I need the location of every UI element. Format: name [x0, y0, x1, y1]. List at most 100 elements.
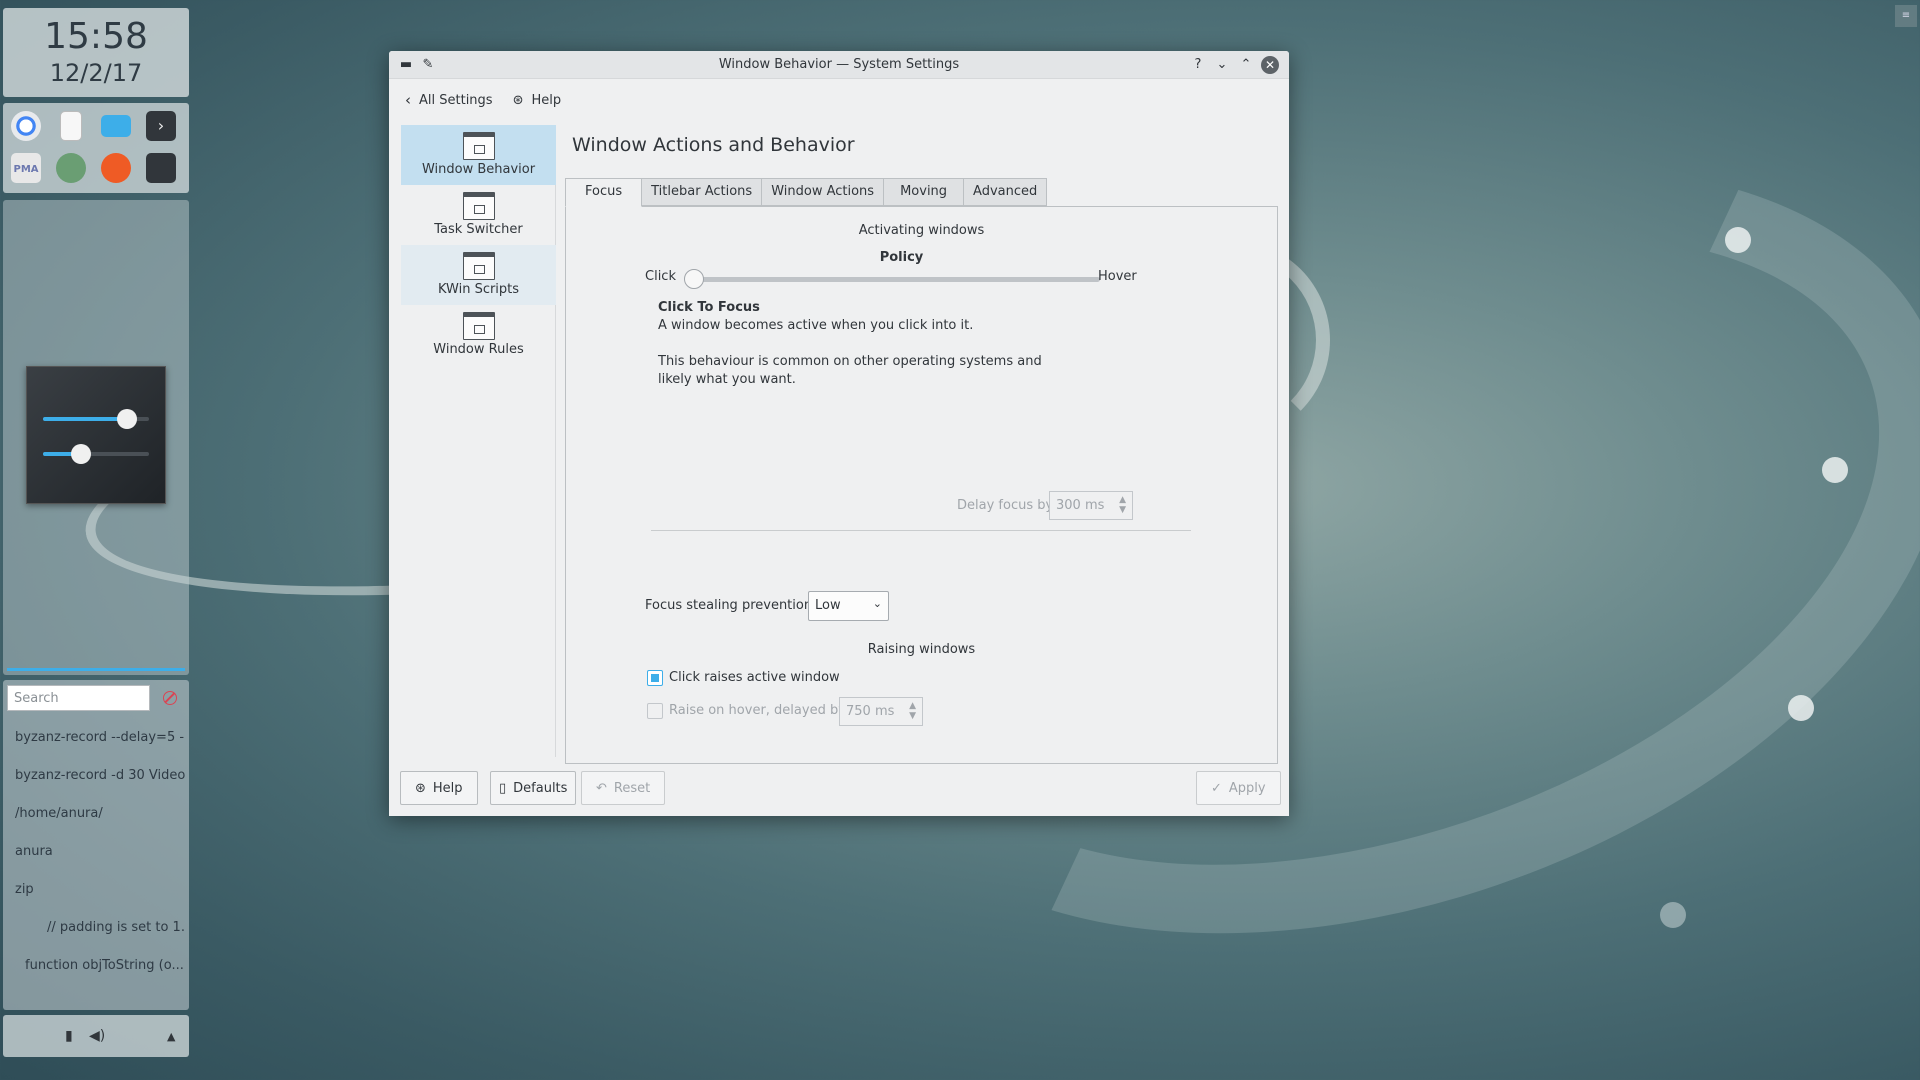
sidebar-item-label: Task Switcher — [434, 222, 523, 237]
clipboard-item[interactable]: anura — [15, 844, 185, 859]
nav-help-button[interactable]: ⊛ Help — [507, 87, 568, 113]
policy-label: Policy — [879, 250, 924, 265]
delay-focus-spinbox[interactable]: 300 ms ▲ ▼ — [1049, 491, 1133, 520]
clear-history-icon[interactable] — [163, 691, 177, 705]
back-arrow-icon: ‹ — [405, 91, 411, 109]
chromium-icon[interactable] — [11, 111, 41, 141]
window-title: Window Behavior — System Settings — [718, 57, 960, 72]
spin-arrows-icon[interactable]: ▲ ▼ — [909, 701, 916, 721]
clipboard-search-input[interactable]: Search — [7, 685, 150, 711]
sidebar-item-task-switcher[interactable]: Task Switcher — [401, 185, 556, 245]
tab-window-actions[interactable]: Window Actions — [761, 178, 885, 206]
raising-windows-heading: Raising windows — [867, 642, 976, 657]
apply-button[interactable]: ✓ Apply — [1196, 771, 1281, 805]
sidebar-item-window-rules[interactable]: Window Rules — [401, 305, 556, 365]
quick-launch: › PMA — [3, 103, 189, 193]
phpmyadmin-icon[interactable]: PMA — [11, 153, 41, 183]
raise-on-hover-label[interactable]: Raise on hover, delayed by — [669, 703, 846, 718]
policy-name: Click To Focus — [658, 300, 760, 315]
all-settings-button[interactable]: ‹ All Settings — [399, 87, 499, 113]
mic-slider[interactable] — [43, 444, 149, 464]
divider — [651, 530, 1191, 531]
system-settings-icon[interactable] — [146, 153, 176, 183]
desktop-toolbox-button[interactable]: ≡ — [1895, 5, 1917, 27]
sidebar-item-label: Window Behavior — [421, 162, 536, 177]
help-button-label: Help — [432, 780, 463, 796]
help-icon[interactable]: ? — [1189, 56, 1207, 74]
focus-policy-slider-handle[interactable] — [684, 269, 704, 289]
clipboard-item[interactable]: /home/anura/ — [15, 806, 185, 821]
all-settings-label: All Settings — [419, 92, 493, 108]
tab-moving[interactable]: Moving — [883, 178, 965, 206]
click-raises-label[interactable]: Click raises active window — [669, 670, 840, 685]
volume-slider-handle[interactable] — [117, 409, 137, 429]
tab-advanced[interactable]: Advanced — [963, 178, 1048, 206]
terminal-icon[interactable]: › — [146, 111, 176, 141]
window-titlebar[interactable]: ▬ ✎ Window Behavior — System Settings ? … — [389, 51, 1289, 79]
delay-focus-label: Delay focus by — [957, 498, 1054, 513]
sidebar-item-window-behavior[interactable]: Window Behavior — [401, 125, 556, 185]
focus-tab-panel: Activating windows Policy Click Hover Cl… — [565, 206, 1278, 764]
nav-help-label: Help — [531, 92, 562, 108]
window-icon — [462, 252, 495, 280]
tab-titlebar-actions[interactable]: Titlebar Actions — [641, 178, 763, 206]
policy-description: This behaviour is common on other operat… — [658, 354, 1042, 369]
defaults-button-label: Defaults — [513, 780, 568, 796]
mail-client-icon[interactable] — [56, 153, 86, 183]
tab-focus[interactable]: Focus — [565, 178, 643, 207]
file-manager-icon[interactable] — [101, 115, 131, 137]
focus-stealing-label: Focus stealing prevention — [645, 598, 813, 613]
reset-button[interactable]: ↶ Reset — [581, 771, 666, 805]
clipboard-history: Search byzanz-record --delay=5 -... byza… — [3, 680, 189, 1010]
window-icon — [462, 132, 495, 160]
maximize-icon[interactable]: ⌃ — [1237, 56, 1255, 74]
system-tray: ▮ ◀) ▲ — [3, 1015, 189, 1057]
defaults-icon: ▯ — [499, 780, 507, 796]
lifebuoy-icon: ⊛ — [415, 780, 426, 796]
raise-delay-spinbox[interactable]: 750 ms ▲ ▼ — [839, 697, 923, 726]
undo-icon: ↶ — [596, 780, 607, 796]
wallpaper-dot — [1660, 902, 1686, 928]
apply-button-label: Apply — [1228, 780, 1266, 796]
focus-stealing-select[interactable]: Low ⌄ — [808, 591, 889, 621]
spin-arrows-icon[interactable]: ▲ ▼ — [1119, 495, 1126, 515]
wallpaper-dot — [1822, 457, 1848, 483]
clock-time: 15:58 — [44, 16, 148, 57]
mic-slider-handle[interactable] — [71, 444, 91, 464]
help-button[interactable]: ⊛ Help — [400, 771, 478, 805]
close-icon[interactable]: ✕ — [1261, 56, 1279, 74]
progress-bar — [7, 668, 185, 671]
defaults-button[interactable]: ▯ Defaults — [490, 771, 577, 805]
wallpaper-dot — [1788, 695, 1814, 721]
wallpaper-dot — [1725, 227, 1751, 253]
clipboard-item[interactable]: byzanz-record -d 30 Video... — [15, 768, 185, 783]
window-icon — [462, 192, 495, 220]
clipboard-item[interactable]: byzanz-record --delay=5 -... — [15, 730, 185, 745]
clipboard-item[interactable]: function objToString (o... — [15, 958, 185, 973]
tray-expand-icon[interactable]: ▲ — [167, 1030, 175, 1043]
usb-device-icon[interactable]: ▮ — [65, 1028, 73, 1044]
tab-bar: Focus Titlebar Actions Window Actions Mo… — [565, 178, 1048, 207]
reset-button-label: Reset — [613, 780, 651, 796]
volume-icon[interactable]: ◀) — [89, 1028, 105, 1044]
click-raises-checkbox[interactable] — [647, 670, 663, 686]
settings-sidebar: Window Behavior Task Switcher KWin Scrip… — [401, 125, 556, 757]
clipboard-item[interactable]: // padding is set to 1... — [15, 920, 185, 935]
clock-widget[interactable]: 15:58 12/2/17 — [3, 8, 189, 97]
raise-on-hover-checkbox[interactable] — [647, 703, 663, 719]
volume-slider[interactable] — [43, 409, 149, 429]
slider-right-label: Hover — [1098, 269, 1137, 284]
focus-stealing-value: Low — [815, 598, 841, 613]
text-editor-icon[interactable] — [60, 111, 82, 141]
postman-icon[interactable] — [101, 153, 131, 183]
focus-policy-slider[interactable] — [690, 277, 1100, 282]
lifebuoy-icon: ⊛ — [512, 92, 524, 108]
sidebar-item-label: KWin Scripts — [437, 282, 520, 297]
checkmark-icon: ✓ — [1211, 780, 1222, 796]
clipboard-item[interactable]: zip — [15, 882, 185, 897]
clock-date: 12/2/17 — [49, 59, 143, 87]
minimize-icon[interactable]: ⌄ — [1213, 56, 1231, 74]
page-title: Window Actions and Behavior — [572, 134, 855, 156]
policy-description: likely what you want. — [658, 372, 796, 387]
sidebar-item-label: Window Rules — [433, 342, 524, 357]
